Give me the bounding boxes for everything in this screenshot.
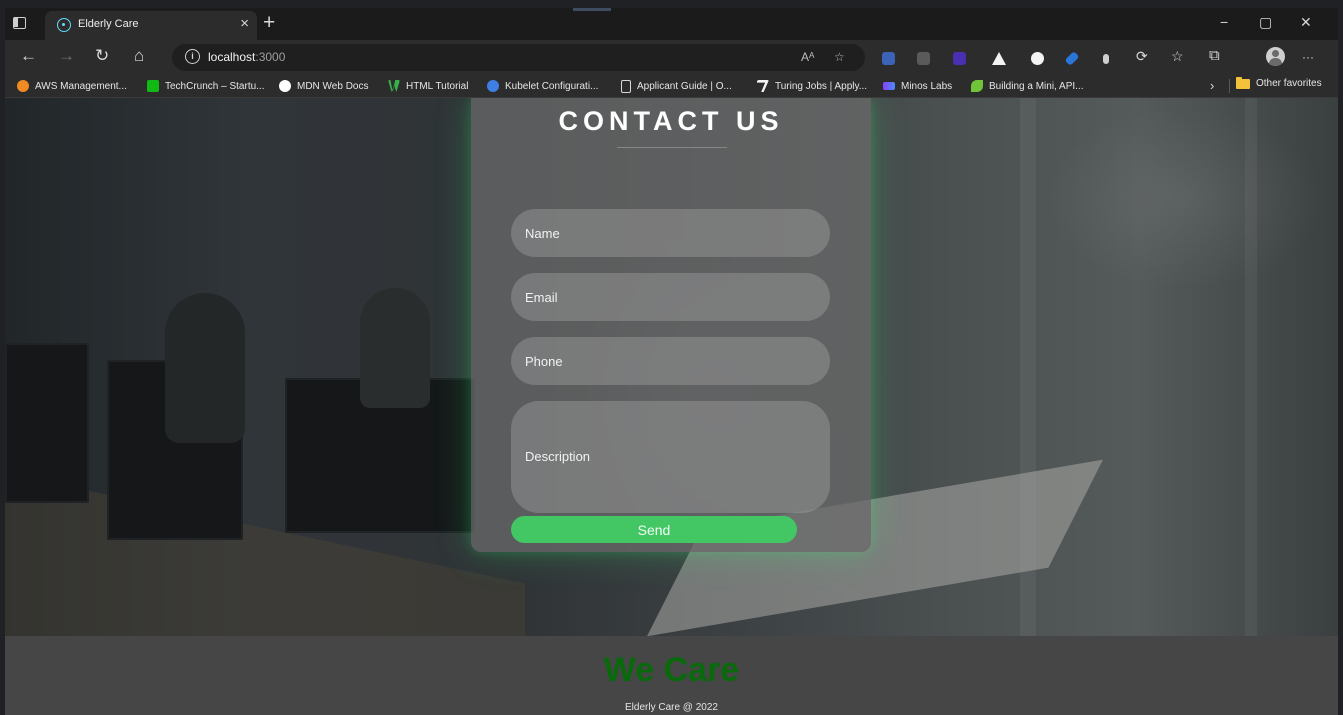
document-icon xyxy=(621,79,631,93)
bookmarks-divider xyxy=(1229,79,1230,93)
mdn-icon xyxy=(279,80,291,92)
extension-gray-icon[interactable] xyxy=(917,52,930,65)
bookmark-label: TechCrunch – Startu... xyxy=(165,80,265,92)
url-text[interactable]: localhost:3000 xyxy=(208,50,285,64)
tab-strip-indicator xyxy=(573,8,611,11)
aws-icon xyxy=(17,80,29,92)
extension-chrome-icon[interactable] xyxy=(1031,52,1044,65)
phone-input[interactable] xyxy=(511,337,830,385)
home-icon[interactable]: ⌂ xyxy=(134,46,144,66)
extension-purple-badge-icon[interactable] xyxy=(953,52,966,65)
extension-blue-icon[interactable] xyxy=(882,52,895,65)
folder-icon xyxy=(1236,76,1250,89)
bookmark-turing[interactable]: Turing Jobs | Apply... xyxy=(757,78,867,94)
bookmark-html-tutorial[interactable]: HTML Tutorial xyxy=(388,78,468,94)
bookmarks-bar: AWS Management... TechCrunch – Startu...… xyxy=(5,74,1338,98)
w3schools-icon xyxy=(388,80,400,92)
active-tab[interactable]: Elderly Care × xyxy=(45,11,257,40)
background-window-pillar xyxy=(1245,98,1257,636)
name-input[interactable] xyxy=(511,209,830,257)
refresh-icon[interactable]: ↻ xyxy=(95,46,109,66)
background-person xyxy=(165,293,245,443)
contact-title: CONTACT US xyxy=(558,106,784,136)
kubernetes-icon xyxy=(487,80,499,92)
bookmark-label: Kubelet Configurati... xyxy=(505,80,599,92)
bookmark-label: Turing Jobs | Apply... xyxy=(775,80,868,92)
new-tab-icon[interactable]: + xyxy=(263,11,275,35)
bookmark-label: HTML Tutorial xyxy=(406,80,469,92)
bookmark-label: Minos Labs xyxy=(901,80,953,92)
footer-brand: We Care xyxy=(603,651,740,689)
read-aloud-icon[interactable]: Aᴬ xyxy=(801,50,814,64)
favorites-list-icon[interactable]: ☆ xyxy=(1171,48,1184,65)
forward-icon[interactable]: → xyxy=(58,46,75,66)
close-tab-icon[interactable]: × xyxy=(240,15,249,32)
extension-bottle-icon[interactable] xyxy=(1103,54,1109,64)
turing-icon xyxy=(757,80,769,92)
minos-labs-icon xyxy=(883,82,895,90)
site-info-icon[interactable]: i xyxy=(185,49,200,64)
extension-mountain-icon[interactable] xyxy=(992,52,1006,65)
email-input[interactable] xyxy=(511,273,830,321)
bookmark-minos-labs[interactable]: Minos Labs xyxy=(883,78,952,94)
bookmark-label: Building a Mini, API... xyxy=(989,80,1084,92)
tab-bar: Elderly Care × + − ▢ ✕ xyxy=(5,8,1338,40)
techcrunch-icon xyxy=(147,80,159,92)
description-textarea[interactable] xyxy=(511,401,830,513)
address-bar[interactable]: i localhost:3000 Aᴬ ☆ xyxy=(172,44,865,71)
other-favorites[interactable]: Other favorites xyxy=(1236,76,1322,89)
bookmark-mdn[interactable]: MDN Web Docs xyxy=(279,78,369,94)
minimize-icon[interactable]: − xyxy=(1220,14,1228,30)
bookmark-label: Applicant Guide | O... xyxy=(637,80,732,92)
background-person xyxy=(360,288,430,408)
bookmark-building-mini-api[interactable]: Building a Mini, API... xyxy=(971,78,1084,94)
address-toolbar: ← → ↻ ⌂ i localhost:3000 Aᴬ ☆ ⟳ ☆ ⧉ ··· xyxy=(5,40,1338,74)
tab-title: Elderly Care xyxy=(78,18,139,30)
bookmark-label: MDN Web Docs xyxy=(297,80,369,92)
extension-feather-icon[interactable] xyxy=(1064,51,1080,66)
web-page: CONTACT US Send We Care Elderly Care @ 2… xyxy=(5,98,1338,715)
close-window-icon[interactable]: ✕ xyxy=(1300,14,1312,31)
leaf-icon xyxy=(971,80,983,92)
browser-window: Elderly Care × + − ▢ ✕ ← → ↻ ⌂ i localho… xyxy=(5,8,1338,715)
background-monitor xyxy=(5,343,89,503)
contact-form-card: CONTACT US Send xyxy=(471,98,871,552)
bookmark-applicant-guide[interactable]: Applicant Guide | O... xyxy=(621,78,732,94)
footer-copyright: Elderly Care @ 2022 xyxy=(625,702,718,713)
profile-avatar[interactable] xyxy=(1266,47,1285,66)
bookmark-techcrunch[interactable]: TechCrunch – Startu... xyxy=(147,78,265,94)
send-button[interactable]: Send xyxy=(511,516,797,543)
bookmark-label: AWS Management... xyxy=(35,80,127,92)
collections-icon[interactable]: ⧉ xyxy=(1209,47,1220,64)
title-divider xyxy=(617,147,727,148)
more-menu-icon[interactable]: ··· xyxy=(1302,50,1314,64)
back-icon[interactable]: ← xyxy=(20,46,37,66)
bookmarks-overflow-icon[interactable]: › xyxy=(1210,78,1214,93)
bookmark-kubelet[interactable]: Kubelet Configurati... xyxy=(487,78,598,94)
tab-actions-icon[interactable] xyxy=(11,15,29,33)
extensions-menu-icon[interactable]: ⟳ xyxy=(1136,48,1148,65)
bookmark-aws[interactable]: AWS Management... xyxy=(17,78,127,94)
react-icon xyxy=(57,18,71,32)
contact-hero-background: CONTACT US Send xyxy=(5,98,1338,636)
other-favorites-label: Other favorites xyxy=(1256,78,1322,89)
restore-window-icon[interactable]: ▢ xyxy=(1259,14,1272,31)
favorite-star-icon[interactable]: ☆ xyxy=(834,50,845,64)
site-footer: We Care Elderly Care @ 2022 xyxy=(5,636,1338,715)
